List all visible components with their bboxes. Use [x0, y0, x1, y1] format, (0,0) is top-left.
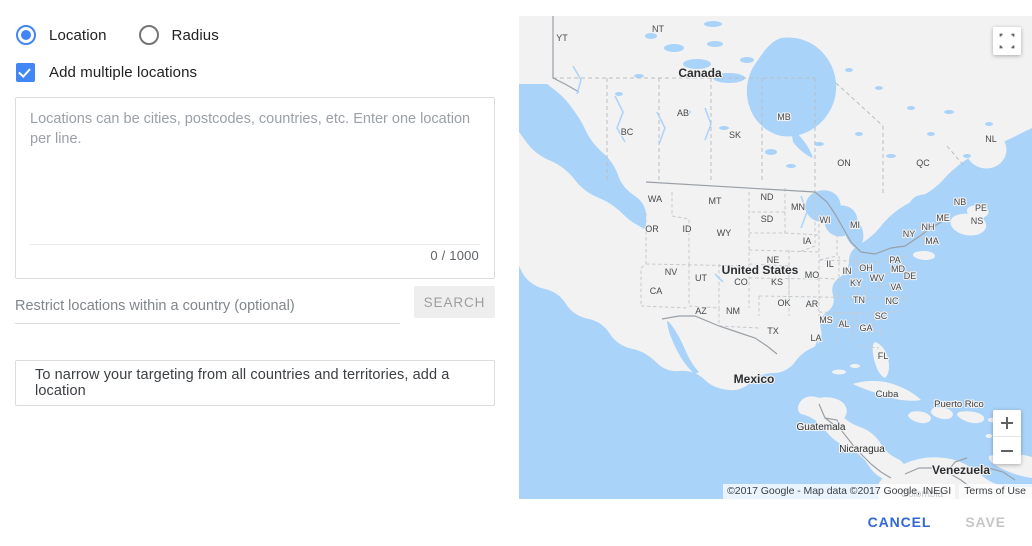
map-label: SC — [875, 311, 888, 321]
radio-label-radius: Radius — [171, 26, 219, 44]
map-label: SD — [761, 214, 774, 224]
map-label: ME — [936, 213, 950, 223]
map-label: Cuba — [876, 389, 899, 400]
map-label: MN — [791, 202, 805, 212]
add-multiple-locations-checkbox[interactable]: Add multiple locations — [16, 63, 197, 82]
country-restrict-input[interactable] — [15, 298, 400, 324]
map-label: NT — [652, 24, 664, 34]
map-label: UT — [695, 273, 707, 283]
map-label: CO — [734, 277, 748, 287]
map-label: Guatemala — [797, 422, 846, 433]
map-label: Canada — [678, 66, 722, 80]
map-label: NH — [922, 222, 935, 232]
map-label: WY — [717, 228, 732, 238]
add-multiple-locations-label: Add multiple locations — [49, 64, 198, 81]
map-label: GA — [859, 323, 872, 333]
map-label: KS — [771, 277, 783, 287]
map-label: Puerto Rico — [934, 399, 984, 410]
targeting-mode-radio-group: Location Radius — [16, 25, 219, 45]
save-button[interactable]: SAVE — [955, 506, 1016, 538]
map-label: MO — [805, 270, 820, 280]
minus-icon — [1001, 445, 1013, 457]
radio-selected-icon — [16, 25, 36, 45]
map-label: United States — [722, 263, 799, 277]
locations-input-card: 0 / 1000 — [15, 97, 495, 279]
map-label: MB — [777, 112, 791, 122]
targeting-info-box: To narrow your targeting from all countr… — [15, 360, 495, 406]
search-button[interactable]: SEARCH — [414, 286, 495, 318]
counter-divider — [30, 244, 480, 245]
map-label: AZ — [695, 306, 707, 316]
map-label: NC — [886, 296, 899, 306]
map-label: BC — [621, 127, 634, 137]
map-label: IA — [803, 236, 812, 246]
plus-icon — [1001, 417, 1013, 429]
radio-option-radius[interactable]: Radius — [138, 25, 219, 45]
radio-option-location[interactable]: Location — [16, 25, 107, 45]
zoom-out-button[interactable] — [993, 437, 1021, 464]
map-label: OK — [777, 298, 790, 308]
map-label: NB — [954, 197, 967, 207]
radio-label-location: Location — [49, 26, 107, 44]
zoom-in-button[interactable] — [993, 410, 1021, 437]
map-label: MT — [709, 196, 722, 206]
map-label: IL — [826, 259, 834, 269]
map-label: WV — [870, 273, 885, 283]
map-label: ON — [837, 158, 851, 168]
map-viewport[interactable]: YT NT BC AB SK MB ON QC NL NB NS PE ME Canada WA OR ID MT… — [519, 16, 1032, 499]
map-label: Venezuela — [932, 463, 990, 477]
map-canvas: YT NT BC AB SK MB ON QC NL NB NS PE ME Canada WA OR ID MT… — [519, 16, 1032, 499]
map-label: OR — [645, 224, 659, 234]
map-label: NL — [985, 134, 997, 144]
map-label: AR — [806, 299, 819, 309]
map-label: Mexico — [734, 372, 775, 386]
location-targeting-panel: Location Radius Add multiple locations 0… — [0, 0, 510, 546]
map-label: YT — [556, 33, 568, 43]
dialog-footer-actions: CANCEL SAVE — [858, 498, 1032, 546]
targeting-info-text: To narrow your targeting from all countr… — [35, 367, 450, 399]
map-label: ID — [683, 224, 693, 234]
map-label: ND — [761, 192, 774, 202]
map-label: QC — [916, 158, 930, 168]
map-label: TN — [853, 295, 865, 305]
character-counter: 0 / 1000 — [430, 248, 479, 263]
map-label: NM — [726, 306, 740, 316]
country-restrict-row: SEARCH — [15, 286, 495, 332]
locations-textarea[interactable] — [16, 98, 494, 238]
map-label: FL — [878, 351, 889, 361]
map-label: LA — [810, 333, 821, 343]
terms-of-use-link[interactable]: Terms of Use — [959, 484, 1032, 499]
map-label: NY — [903, 229, 916, 239]
map-label: MA — [925, 236, 939, 246]
map-label: CA — [650, 286, 663, 296]
map-label: TX — [767, 326, 779, 336]
map-label: WI — [820, 215, 831, 225]
cancel-button[interactable]: CANCEL — [858, 506, 942, 538]
map-label: NS — [971, 216, 984, 226]
map-label: DE — [904, 271, 917, 281]
map-label: NV — [665, 267, 678, 277]
map-label: KY — [850, 278, 862, 288]
map-label: PE — [975, 203, 987, 213]
map-label: VA — [890, 282, 901, 292]
map-label: AL — [838, 319, 849, 329]
map-label: SK — [729, 130, 741, 140]
map-label: IN — [843, 266, 852, 276]
checkbox-checked-icon — [16, 63, 35, 82]
map-label: Nicaragua — [839, 444, 885, 455]
map-label: MS — [819, 315, 833, 325]
map-label: MI — [850, 220, 860, 230]
map-label: AB — [677, 108, 689, 118]
map-label: Colombia — [901, 489, 944, 499]
zoom-controls — [993, 410, 1021, 464]
map-label: OH — [859, 263, 873, 273]
radio-unselected-icon — [138, 25, 159, 45]
fullscreen-icon[interactable] — [993, 27, 1021, 55]
map-label: WA — [648, 194, 662, 204]
